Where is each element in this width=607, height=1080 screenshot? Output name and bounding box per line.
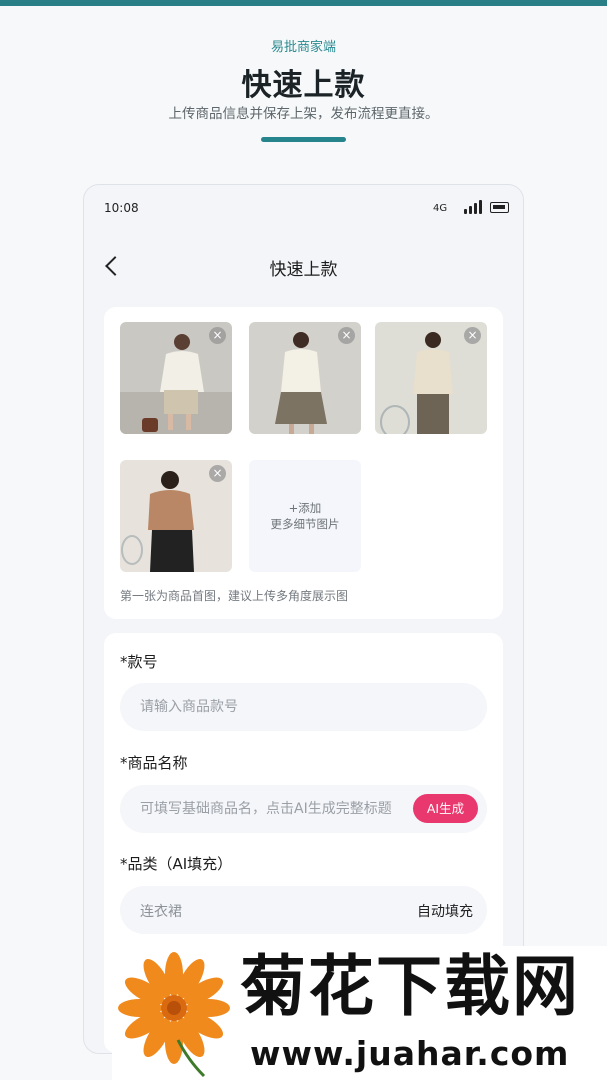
category-label: *品类（AI填充）	[120, 855, 233, 873]
product-photo-2[interactable]: ×	[249, 322, 361, 434]
network-type: 4G	[433, 203, 448, 214]
page-subtitle: 上传商品信息并保存上架，发布流程更直接。	[168, 106, 439, 122]
delete-photo-3-button[interactable]: ×	[464, 327, 481, 344]
ai-generate-button[interactable]: AI生成	[413, 794, 478, 823]
category-value: 连衣裙	[140, 904, 182, 920]
phone-mockup: 10:08 4G 快速上款 × × × × +添加 更多细节图片 第一张为商品首…	[83, 184, 524, 1054]
product-photo-1[interactable]: ×	[120, 322, 232, 434]
status-bar: 10:08 4G	[84, 185, 523, 229]
add-photo-sublabel: 更多细节图片	[270, 517, 340, 531]
add-photo-label: +添加	[288, 501, 322, 515]
photo-upload-card: × × × × +添加 更多细节图片 第一张为商品首图，建议上传多角度展示图	[104, 307, 503, 619]
product-name-label: *商品名称	[120, 754, 188, 772]
page-title: 快速上款	[241, 68, 366, 103]
brand-label: 易批商家端	[270, 40, 336, 55]
auto-fill-button[interactable]: 自动填充	[417, 901, 473, 921]
nav-bar: 快速上款	[84, 247, 523, 287]
watermark-title: 菊花下载网	[240, 948, 580, 1025]
add-photo-button[interactable]: +添加 更多细节图片	[249, 460, 361, 572]
battery-icon	[490, 202, 509, 213]
style-no-input[interactable]	[120, 683, 487, 731]
delete-photo-1-button[interactable]: ×	[209, 327, 226, 344]
flower-logo-icon	[118, 952, 230, 1078]
style-no-label: *款号	[120, 653, 158, 671]
product-photo-3[interactable]: ×	[375, 322, 487, 434]
top-accent-bar	[0, 0, 607, 6]
signal-icon	[464, 200, 484, 214]
product-photo-4[interactable]: ×	[120, 460, 232, 572]
nav-title: 快速上款	[269, 260, 338, 280]
watermark-url: www.juahar.com	[250, 1034, 570, 1073]
title-underline	[261, 137, 346, 142]
status-time: 10:08	[104, 201, 139, 215]
watermark-overlay: 菊花下载网 www.juahar.com	[112, 946, 607, 1080]
delete-photo-2-button[interactable]: ×	[338, 327, 355, 344]
delete-photo-4-button[interactable]: ×	[209, 465, 226, 482]
photo-hint: 第一张为商品首图，建议上传多角度展示图	[120, 589, 349, 603]
